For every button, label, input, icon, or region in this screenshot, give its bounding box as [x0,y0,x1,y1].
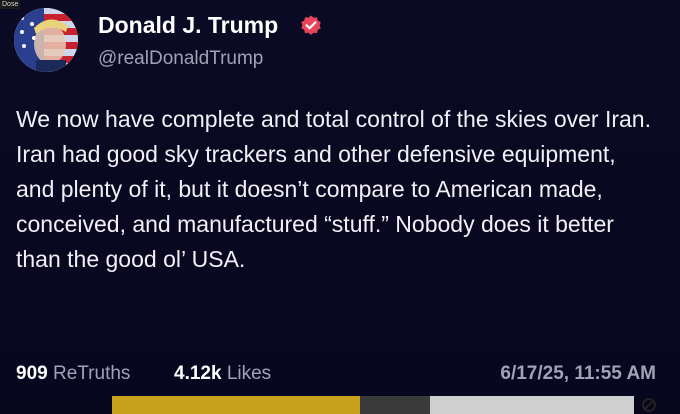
avatar[interactable] [14,8,78,72]
background-image-fragment-3 [430,396,634,414]
truth-social-post-card: Dose Donald J. Trump @realDonaldTrump We… [0,0,680,396]
likes-label: Likes [226,363,272,384]
avatar-image [14,8,78,72]
retruths-label: ReTruths [52,363,131,384]
background-strip [0,396,680,414]
circle-icon [642,398,656,412]
background-image-fragment-2 [360,396,430,414]
verified-badge-icon [301,15,321,35]
post-stats: 909 ReTruths 4.12k Likes 6/17/25, 11:55 … [16,363,656,391]
post-timestamp[interactable]: 6/17/25, 11:55 AM [500,363,656,385]
corner-label: Dose [0,0,21,9]
retruths-count: 909 [16,363,48,384]
post-text: We now have complete and total control o… [16,106,651,272]
likes-stat[interactable]: 4.12k Likes [174,363,271,385]
display-name[interactable]: Donald J. Trump [98,12,278,39]
background-image-fragment [112,396,360,414]
retruths-stat[interactable]: 909 ReTruths [16,363,130,385]
user-handle[interactable]: @realDonaldTrump [98,48,263,70]
likes-count: 4.12k [174,363,222,384]
